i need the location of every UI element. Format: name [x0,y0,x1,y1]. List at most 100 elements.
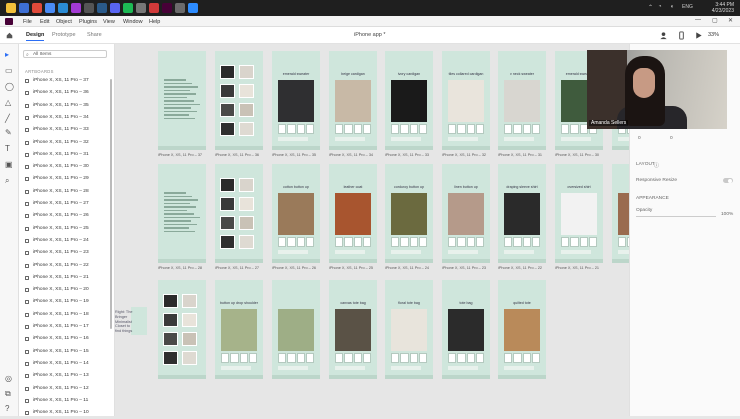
artboard-label[interactable]: iPhone X, XS, 11 Pro – 21 [555,266,599,270]
design-canvas[interactable]: Right: The Bringer Minimalist Closet to … [115,44,629,416]
language-indicator[interactable]: ENG [682,4,693,10]
artboard[interactable]: cotton button up [272,164,320,263]
menu-plugins[interactable]: Plugins [79,19,97,25]
artboard[interactable] [272,280,320,379]
layer-item[interactable]: iPhone X, XS, 11 Pro – 25 [23,224,107,235]
rectangle-tool-icon[interactable]: ▭ [5,66,14,75]
artboard[interactable]: floral tote bag [385,280,433,379]
layer-item[interactable]: iPhone X, XS, 11 Pro – 26 [23,211,107,222]
opacity-slider[interactable] [636,216,716,217]
windows-store-icon[interactable] [19,3,29,13]
pen-tool-icon[interactable]: ✎ [5,128,14,137]
adobe-icon[interactable] [149,3,159,13]
artboard-label[interactable]: iPhone X, XS, 11 Pro – 23 [442,266,486,270]
artboard[interactable]: leather coat [329,164,377,263]
steam-icon[interactable] [97,3,107,13]
text-tool-icon[interactable]: T [5,144,14,153]
artboard[interactable]: linen button up [442,164,490,263]
artboard[interactable] [215,51,263,150]
artboard[interactable]: ivory cardigan [385,51,433,150]
xd-icon[interactable] [162,3,172,13]
artboard-label[interactable]: iPhone X, XS, 11 Pro – 24 [385,266,429,270]
ellipse-tool-icon[interactable]: ◯ [5,82,14,91]
tab-design[interactable]: Design [26,32,45,41]
artboard[interactable] [612,164,629,263]
layer-item[interactable]: iPhone X, XS, 11 Pro – 22 [23,261,107,272]
artboard-label[interactable]: iPhone X, XS, 11 Pro – 34 [329,153,373,157]
play-icon[interactable] [694,31,703,40]
plugins-icon[interactable]: ⧉ [5,389,14,398]
layer-item[interactable]: iPhone X, XS, 11 Pro – 32 [23,138,107,149]
artboard-label[interactable]: iPhone X, XS, 11 Pro – 26 [272,266,316,270]
artboard[interactable] [158,280,206,379]
zoom-icon[interactable] [188,3,198,13]
layer-item[interactable]: iPhone X, XS, 11 Pro – 17 [23,322,107,333]
artboard[interactable]: tiles collared cardigan [442,51,490,150]
discord-icon[interactable] [110,3,120,13]
artboard[interactable]: v neck sweater [498,51,546,150]
app-icon[interactable] [175,3,185,13]
vscode-icon[interactable] [58,3,68,13]
menu-help[interactable]: Help [149,19,160,25]
tab-prototype[interactable]: Prototype [52,32,76,38]
layer-item[interactable]: iPhone X, XS, 11 Pro – 27 [23,199,107,210]
layer-item[interactable]: iPhone X, XS, 11 Pro – 28 [23,187,107,198]
home-icon[interactable] [6,32,13,39]
layer-item[interactable]: iPhone X, XS, 11 Pro – 33 [23,125,107,136]
mail-icon[interactable] [136,3,146,13]
coord-x[interactable]: 0 [638,136,641,141]
artboard-label[interactable]: iPhone X, XS, 11 Pro – 33 [385,153,429,157]
volume-icon[interactable]: ◖ [670,4,674,10]
layer-item[interactable]: iPhone X, XS, 11 Pro – 18 [23,310,107,321]
artboard[interactable]: tote bag [442,280,490,379]
artboard-label[interactable]: iPhone X, XS, 11 Pro – 32 [442,153,486,157]
document-title[interactable]: iPhone app * [354,32,386,38]
layer-item[interactable]: iPhone X, XS, 11 Pro – 11 [23,396,107,407]
maximize-icon[interactable]: ▢ [712,17,718,24]
tab-share[interactable]: Share [87,32,102,38]
app-icon[interactable] [84,3,94,13]
help-icon[interactable]: ? [5,404,14,413]
artboard[interactable]: button up drop shoulder [215,280,263,379]
chevron-up-icon[interactable]: ⌃ [648,4,653,11]
wifi-icon[interactable]: ◔ [658,4,662,10]
artboard[interactable]: quilted tote [498,280,546,379]
artboard-tool-icon[interactable]: ▣ [5,160,14,169]
artboard-label[interactable]: iPhone X, XS, 11 Pro – 28 [158,266,202,270]
docs-icon[interactable] [45,3,55,13]
minimize-icon[interactable]: — [695,17,701,23]
info-icon[interactable]: ⓘ [654,162,659,169]
artboard[interactable]: emerald sweater [272,51,320,150]
layer-item[interactable]: iPhone X, XS, 11 Pro – 23 [23,248,107,259]
artboard-label[interactable]: iPhone X, XS, 11 Pro – 22 [498,266,542,270]
artboard-label[interactable]: iPhone X, XS, 11 Pro – 31 [498,153,542,157]
layers-scrollbar[interactable] [110,79,112,329]
artboard-label[interactable]: iPhone X, XS, 11 Pro – 27 [215,266,259,270]
system-clock[interactable]: 3:44 PM 4/23/2023 [712,2,734,14]
artboard[interactable] [215,164,263,263]
layer-item[interactable]: iPhone X, XS, 11 Pro – 31 [23,150,107,161]
layer-item[interactable]: iPhone X, XS, 11 Pro – 13 [23,371,107,382]
layer-item[interactable]: iPhone X, XS, 11 Pro – 24 [23,236,107,247]
menu-window[interactable]: Window [123,19,143,25]
layer-item[interactable]: iPhone X, XS, 11 Pro – 29 [23,174,107,185]
layer-item[interactable]: iPhone X, XS, 11 Pro – 35 [23,101,107,112]
canvas-note[interactable]: Right: The Bringer Minimalist Closet to … [115,310,137,334]
zoom-level[interactable]: 33% [708,32,719,38]
layer-item[interactable]: iPhone X, XS, 11 Pro – 16 [23,334,107,345]
webcam-overlay[interactable]: Amanda Sellers [587,50,727,129]
layer-item[interactable]: iPhone X, XS, 11 Pro – 21 [23,273,107,284]
layer-item[interactable]: iPhone X, XS, 11 Pro – 36 [23,88,107,99]
device-preview-icon[interactable] [677,31,686,40]
layer-item[interactable]: iPhone X, XS, 11 Pro – 37 [23,76,107,87]
artboard[interactable] [158,51,206,150]
artboard[interactable]: beige cardigan [329,51,377,150]
assets-icon[interactable]: ◎ [5,374,14,383]
zoom-tool-icon[interactable]: ⌕ [5,176,14,185]
menu-object[interactable]: Object [56,19,72,25]
file-explorer-icon[interactable] [6,3,16,13]
photos-icon[interactable] [71,3,81,13]
chrome-icon[interactable] [32,3,42,13]
select-tool-icon[interactable]: ▸ [5,50,14,59]
layer-item[interactable]: iPhone X, XS, 11 Pro – 14 [23,359,107,370]
